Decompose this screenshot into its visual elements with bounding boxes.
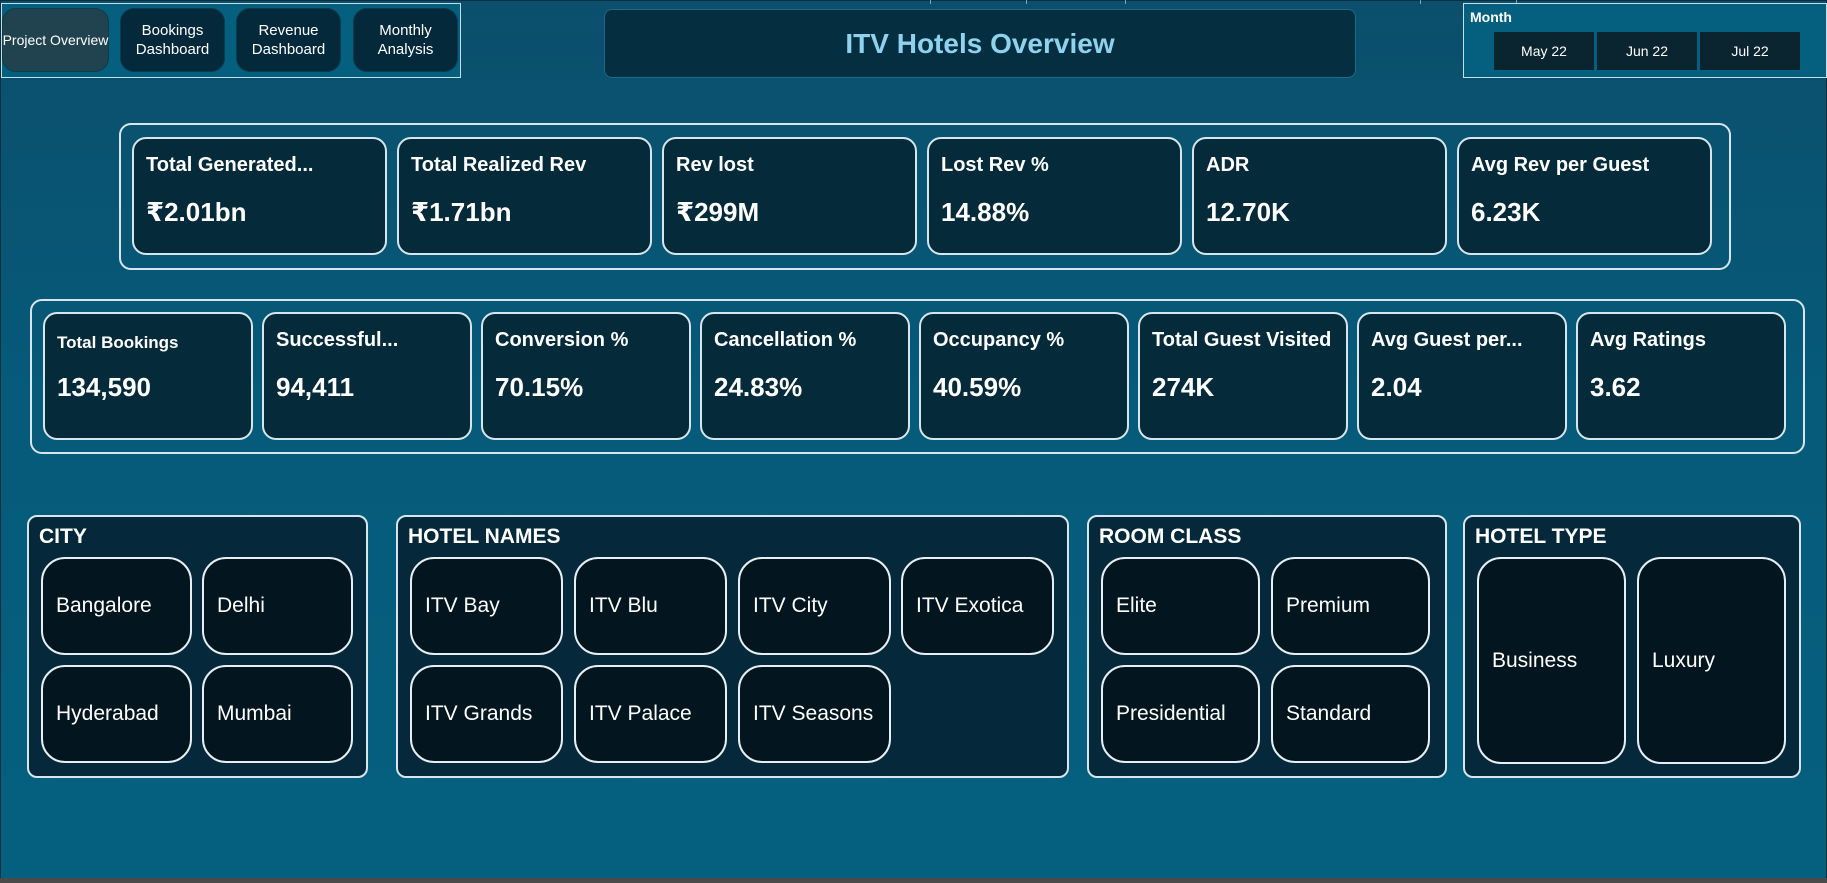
top-ruler [930, 0, 1520, 4]
kpi-label: Total Realized Rev [411, 154, 587, 176]
hotel-name-option[interactable]: ITV Seasons [738, 665, 891, 763]
kpi-card: Total Bookings 134,590 [43, 312, 253, 440]
kpi-card: Avg Rev per Guest 6.23K [1457, 137, 1712, 255]
room-class-option[interactable]: Presidential [1101, 665, 1260, 763]
hotel-type-option[interactable]: Business [1477, 557, 1626, 764]
revenue-kpi-group: Total Generated... ₹2.01bn Total Realize… [119, 123, 1731, 270]
kpi-value: 3.62 [1590, 372, 1641, 402]
kpi-label: Avg Guest per... [1371, 329, 1523, 351]
kpi-card: Avg Guest per... 2.04 [1357, 312, 1567, 440]
kpi-card: Total Guest Visited 274K [1138, 312, 1348, 440]
city-option[interactable]: Bangalore [41, 557, 192, 655]
hotel-name-option[interactable]: ITV Grands [410, 665, 563, 763]
kpi-value: ₹1.71bn [411, 197, 512, 227]
hotel-name-option[interactable]: ITV Bay [410, 557, 563, 655]
kpi-card: Avg Ratings 3.62 [1576, 312, 1786, 440]
page-title: ITV Hotels Overview [845, 27, 1115, 59]
kpi-card: Cancellation % 24.83% [700, 312, 910, 440]
city-slicer-title: CITY [39, 525, 87, 548]
room-class-slicer-title: ROOM CLASS [1099, 525, 1242, 548]
hotel-name-option[interactable]: ITV Palace [574, 665, 727, 763]
hotel-type-option[interactable]: Luxury [1637, 557, 1786, 764]
kpi-card: Occupancy % 40.59% [919, 312, 1129, 440]
room-class-slicer: ROOM CLASS Elite Premium Presidential St… [1087, 515, 1447, 778]
city-option[interactable]: Delhi [202, 557, 353, 655]
bottom-border [0, 878, 1827, 883]
nav-monthly-analysis-button[interactable]: Monthly Analysis [353, 8, 458, 72]
hotel-names-slicer: HOTEL NAMES ITV Bay ITV Blu ITV City ITV… [396, 515, 1069, 778]
kpi-value: ₹2.01bn [146, 197, 247, 227]
kpi-label: Avg Ratings [1590, 329, 1706, 351]
kpi-label: Successful... [276, 329, 399, 351]
kpi-card: Successful... 94,411 [262, 312, 472, 440]
kpi-value: ₹299M [676, 197, 760, 227]
kpi-card: Conversion % 70.15% [481, 312, 691, 440]
kpi-value: 40.59% [933, 372, 1022, 402]
kpi-value: 70.15% [495, 372, 584, 402]
kpi-card: Total Realized Rev ₹1.71bn [397, 137, 652, 255]
kpi-card: Rev lost ₹299M [662, 137, 917, 255]
kpi-card: Lost Rev % 14.88% [927, 137, 1182, 255]
kpi-label: Cancellation % [714, 329, 857, 351]
kpi-label: Occupancy % [933, 329, 1065, 351]
hotel-type-slicer-title: HOTEL TYPE [1475, 525, 1607, 548]
kpi-label: Conversion % [495, 329, 629, 351]
hotel-name-option[interactable]: ITV Exotica [901, 557, 1054, 655]
city-option[interactable]: Hyderabad [41, 665, 192, 763]
kpi-value: 274K [1152, 372, 1215, 402]
kpi-card: ADR 12.70K [1192, 137, 1447, 255]
kpi-label: Total Guest Visited [1152, 329, 1332, 351]
month-slicer: Month May 22 Jun 22 Jul 22 [1463, 3, 1827, 78]
room-class-option[interactable]: Standard [1271, 665, 1430, 763]
month-option[interactable]: Jun 22 [1597, 32, 1697, 70]
booking-kpi-group: Total Bookings 134,590 Successful... 94,… [30, 299, 1805, 454]
room-class-option[interactable]: Premium [1271, 557, 1430, 655]
month-option[interactable]: Jul 22 [1700, 32, 1800, 70]
kpi-label: ADR [1206, 154, 1250, 176]
nav-bookings-dashboard-button[interactable]: Bookings Dashboard [120, 8, 225, 72]
kpi-value: 14.88% [941, 197, 1030, 227]
page-navigation: Project Overview Bookings Dashboard Reve… [1, 3, 461, 78]
kpi-value: 24.83% [714, 372, 803, 402]
nav-revenue-dashboard-button[interactable]: Revenue Dashboard [236, 8, 341, 72]
kpi-label: Rev lost [676, 154, 754, 176]
kpi-label: Total Bookings [57, 333, 179, 352]
hotel-name-option[interactable]: ITV City [738, 557, 891, 655]
kpi-label: Lost Rev % [941, 154, 1049, 176]
month-slicer-label: Month [1470, 9, 1512, 25]
city-option[interactable]: Mumbai [202, 665, 353, 763]
kpi-label: Total Generated... [146, 154, 314, 176]
kpi-value: 12.70K [1206, 197, 1290, 227]
room-class-option[interactable]: Elite [1101, 557, 1260, 655]
page-title-box: ITV Hotels Overview [604, 9, 1356, 78]
hotel-names-slicer-title: HOTEL NAMES [408, 525, 561, 548]
kpi-value: 94,411 [276, 372, 355, 402]
kpi-card: Total Generated... ₹2.01bn [132, 137, 387, 255]
kpi-value: 2.04 [1371, 372, 1422, 402]
hotel-type-slicer: HOTEL TYPE Business Luxury [1463, 515, 1801, 778]
kpi-value: 134,590 [57, 372, 151, 402]
hotel-name-option[interactable]: ITV Blu [574, 557, 727, 655]
month-option[interactable]: May 22 [1494, 32, 1594, 70]
city-slicer: CITY Bangalore Delhi Hyderabad Mumbai [27, 515, 368, 778]
kpi-label: Avg Rev per Guest [1471, 154, 1650, 176]
kpi-value: 6.23K [1471, 197, 1541, 227]
nav-project-overview-button[interactable]: Project Overview [2, 8, 109, 72]
